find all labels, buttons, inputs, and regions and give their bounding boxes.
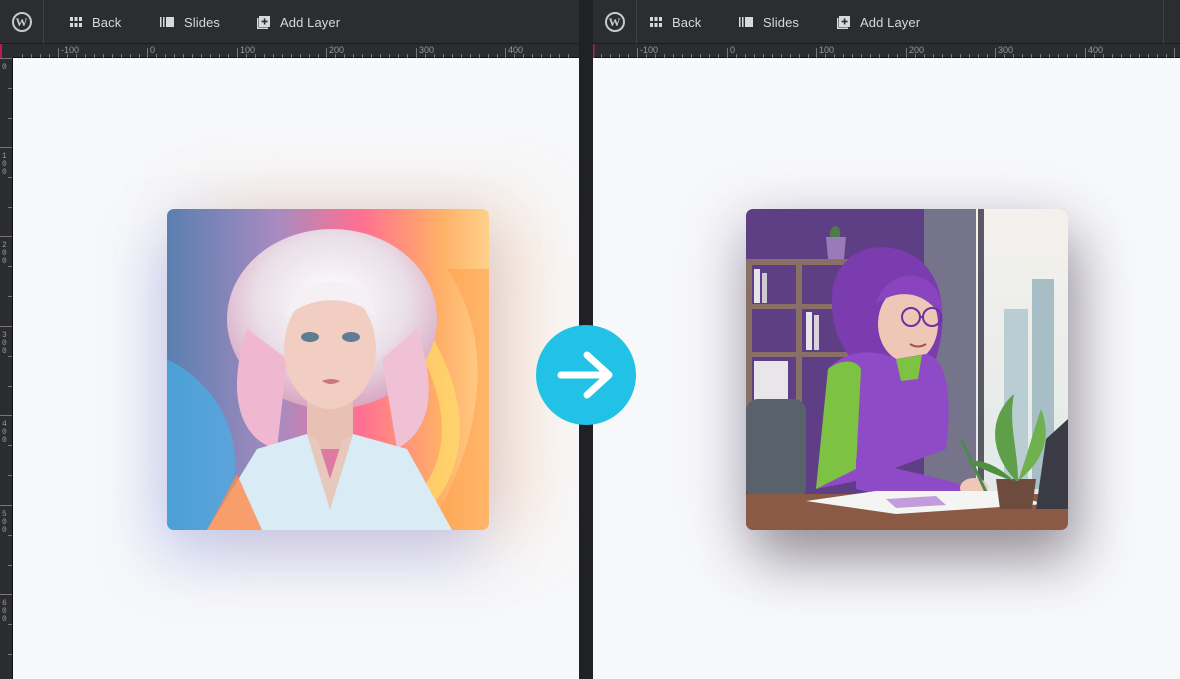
ruler-label: 600 xyxy=(2,599,7,624)
image-layer[interactable] xyxy=(746,209,1068,530)
slides-label: Slides xyxy=(184,14,221,30)
editor-panel-right: W Back Slides Add Layer -100 0 100 200 3… xyxy=(593,0,1180,679)
ruler-label: 300 xyxy=(2,331,7,356)
add-layer-label: Add Layer xyxy=(860,14,921,30)
ruler-label: -100 xyxy=(640,45,658,55)
add-layer-button[interactable]: Add Layer xyxy=(257,0,340,44)
ruler-label: 100 xyxy=(240,45,255,55)
add-layer-icon xyxy=(257,15,270,29)
ruler-label: 200 xyxy=(909,45,924,55)
editor-panel-left: W Back Slides Add Layer -100 0 100 200 3… xyxy=(0,0,579,679)
ruler-label: 100 xyxy=(819,45,834,55)
transition-arrow-button[interactable] xyxy=(536,325,636,425)
ruler-corner xyxy=(0,44,13,58)
ruler-label: 400 xyxy=(1088,45,1103,55)
wordpress-logo-button[interactable]: W xyxy=(0,0,44,44)
ruler-label: 0 xyxy=(730,45,735,55)
back-button[interactable]: Back xyxy=(650,0,701,44)
ruler-label: 500 xyxy=(2,510,7,535)
slides-button[interactable]: Slides xyxy=(739,0,799,44)
ruler-label: -100 xyxy=(61,45,79,55)
editor-toolbar: W Back Slides Add Layer xyxy=(593,0,1180,44)
ruler-label: 200 xyxy=(2,241,7,266)
slides-label: Slides xyxy=(763,14,800,30)
wordpress-logo-button[interactable]: W xyxy=(593,0,637,44)
ruler-label: 0 xyxy=(2,63,7,72)
arrow-right-icon xyxy=(557,351,613,399)
office-illustration-image xyxy=(746,209,1068,530)
back-button[interactable]: Back xyxy=(70,0,121,44)
portrait-image xyxy=(167,209,489,530)
back-label: Back xyxy=(92,14,122,30)
image-layer[interactable] xyxy=(167,209,489,530)
editor-toolbar: W Back Slides Add Layer xyxy=(0,0,579,44)
add-layer-label: Add Layer xyxy=(280,14,341,30)
add-layer-button[interactable]: Add Layer xyxy=(837,0,920,44)
horizontal-ruler[interactable]: -100 0 100 200 300 400 xyxy=(593,44,1180,58)
ruler-label: 300 xyxy=(998,45,1013,55)
slides-icon xyxy=(739,17,753,27)
back-label: Back xyxy=(672,14,702,30)
wordpress-icon: W xyxy=(604,12,625,32)
ruler-label: 0 xyxy=(150,45,155,55)
vertical-ruler[interactable]: 0 100 200 300 400 500 600 xyxy=(0,58,13,679)
ruler-label: 400 xyxy=(2,420,7,445)
add-layer-icon xyxy=(837,15,850,29)
horizontal-ruler[interactable]: -100 0 100 200 300 400 xyxy=(0,44,579,58)
grid-icon xyxy=(650,17,662,27)
grid-icon xyxy=(70,17,82,27)
slides-button[interactable]: Slides xyxy=(160,0,220,44)
wordpress-icon: W xyxy=(11,12,32,32)
ruler-label: 200 xyxy=(329,45,344,55)
toolbar-divider xyxy=(1163,0,1164,44)
ruler-label: 300 xyxy=(419,45,434,55)
slides-icon xyxy=(160,17,174,27)
ruler-label: 100 xyxy=(2,152,7,177)
ruler-label: 400 xyxy=(508,45,523,55)
